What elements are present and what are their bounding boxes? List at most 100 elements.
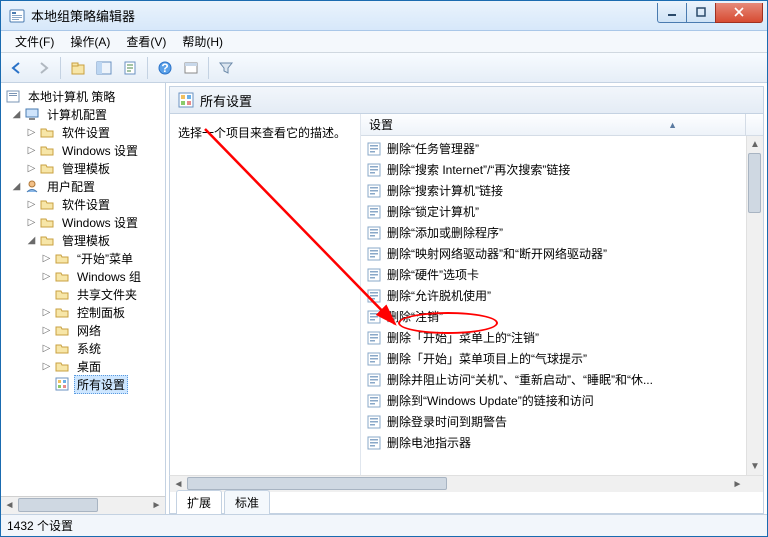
tab-standard[interactable]: 标准 [224, 490, 270, 514]
tree-user-config[interactable]: ◢ 用户配置 [5, 177, 165, 195]
tree-c-windows[interactable]: ▷ Windows 设置 [5, 141, 165, 159]
window: 本地组策略编辑器 文件(F) 操作(A) 查看(V) 帮助(H) ? [0, 0, 768, 537]
setting-label: 删除“映射网络驱动器”和“断开网络驱动器” [387, 245, 607, 262]
menu-action[interactable]: 操作(A) [62, 31, 118, 52]
tab-extended[interactable]: 扩展 [176, 490, 222, 514]
description-column: 选择一个项目来查看它的描述。 [170, 114, 360, 475]
expand-icon[interactable]: ▷ [26, 199, 37, 210]
tree-label: 控制面板 [74, 303, 128, 322]
setting-row[interactable]: 删除到“Windows Update”的链接和访问 [361, 390, 746, 411]
sort-asc-icon: ▲ [668, 120, 677, 130]
setting-row[interactable]: 删除“搜索 Internet”/“再次搜索”链接 [361, 159, 746, 180]
column-header-setting[interactable]: 设置 ▲ [361, 114, 746, 135]
tree-root[interactable]: 本地计算机 策略 [5, 87, 165, 105]
tree-windows-comp[interactable]: ▷ Windows 组 [5, 267, 165, 285]
show-hide-tree-button[interactable] [92, 56, 116, 80]
expand-icon[interactable]: ▷ [41, 343, 52, 354]
tree-label: “开始”菜单 [74, 249, 136, 268]
expand-icon[interactable]: ▷ [41, 271, 52, 282]
tree-u-software[interactable]: ▷ 软件设置 [5, 195, 165, 213]
help-button[interactable]: ? [153, 56, 177, 80]
scroll-right-icon[interactable]: ► [148, 497, 165, 514]
maximize-button[interactable] [686, 3, 716, 23]
setting-row[interactable]: 删除“允许脱机使用” [361, 285, 746, 306]
right-header-title: 所有设置 [200, 91, 252, 110]
scroll-thumb[interactable] [187, 477, 447, 490]
setting-row[interactable]: 删除登录时间到期警告 [361, 411, 746, 432]
setting-row[interactable]: 删除「开始」菜单项目上的“气球提示” [361, 348, 746, 369]
expand-icon[interactable]: ▷ [41, 253, 52, 264]
setting-icon [367, 184, 381, 198]
tabs: 扩展 标准 [169, 492, 764, 514]
scroll-right-icon[interactable]: ► [729, 476, 746, 492]
settings-list[interactable]: 删除“任务管理器” 删除“搜索 Internet”/“再次搜索”链接删除“搜索计算… [361, 136, 746, 475]
tree-shared[interactable]: 共享文件夹 [5, 285, 165, 303]
tree-all-settings[interactable]: 所有设置 [5, 375, 165, 393]
expand-icon[interactable]: ▷ [41, 325, 52, 336]
setting-row[interactable]: 删除“任务管理器” [361, 138, 746, 159]
expand-icon[interactable]: ▷ [41, 307, 52, 318]
folder-icon [39, 142, 55, 158]
expand-icon[interactable]: ▷ [26, 217, 37, 228]
setting-row[interactable]: 删除“搜索计算机”链接 [361, 180, 746, 201]
scroll-down-icon[interactable]: ▼ [747, 458, 763, 475]
setting-label: 删除“注销” [387, 308, 443, 325]
menu-help[interactable]: 帮助(H) [174, 31, 231, 52]
collapse-icon[interactable]: ◢ [11, 109, 22, 120]
tree-desktop[interactable]: ▷ 桌面 [5, 357, 165, 375]
collapse-icon[interactable]: ◢ [11, 181, 22, 192]
setting-row[interactable]: 删除“添加或删除程序” [361, 222, 746, 243]
tree-c-software[interactable]: ▷ 软件设置 [5, 123, 165, 141]
setting-row[interactable]: 删除电池指示器 [361, 432, 746, 453]
tree-c-admin[interactable]: ▷ 管理模板 [5, 159, 165, 177]
tree-start-menu[interactable]: ▷ “开始”菜单 [5, 249, 165, 267]
tree[interactable]: 本地计算机 策略 ◢ 计算机配置 ▷ 软件设置 ▷ Windows 设置 [1, 83, 165, 496]
tree-control-panel[interactable]: ▷ 控制面板 [5, 303, 165, 321]
expand-icon[interactable]: ▷ [26, 145, 37, 156]
menu-view[interactable]: 查看(V) [118, 31, 174, 52]
statusbar: 1432 个设置 [1, 514, 767, 536]
filter-button[interactable] [214, 56, 238, 80]
setting-row[interactable]: 删除并阻止访问“关机”、“重新启动”、“睡眠”和“休... [361, 369, 746, 390]
collapse-icon[interactable]: ◢ [26, 235, 37, 246]
setting-row[interactable]: 删除「开始」菜单上的“注销” [361, 327, 746, 348]
export-list-button[interactable] [118, 56, 142, 80]
folder-icon [39, 232, 55, 248]
setting-row[interactable]: 删除“锁定计算机” [361, 201, 746, 222]
toolbar-separator-2 [147, 57, 148, 79]
properties-button[interactable] [179, 56, 203, 80]
list-vscrollbar[interactable]: ▲ ▼ [746, 136, 763, 475]
setting-label: 删除“搜索 Internet”/“再次搜索”链接 [387, 161, 570, 178]
right-body: 选择一个项目来查看它的描述。 设置 ▲ 删除“任务管理器” 删除“搜索 Inter… [169, 114, 764, 475]
minimize-button[interactable] [657, 3, 687, 23]
tree-u-admin[interactable]: ◢ 管理模板 [5, 231, 165, 249]
svg-text:?: ? [161, 61, 168, 75]
tree-network[interactable]: ▷ 网络 [5, 321, 165, 339]
tree-u-windows[interactable]: ▷ Windows 设置 [5, 213, 165, 231]
tree-system[interactable]: ▷ 系统 [5, 339, 165, 357]
setting-icon [367, 436, 381, 450]
tree-computer-config[interactable]: ◢ 计算机配置 [5, 105, 165, 123]
expand-icon[interactable]: ▷ [26, 127, 37, 138]
menu-file[interactable]: 文件(F) [7, 31, 62, 52]
scroll-left-icon[interactable]: ◄ [1, 497, 18, 514]
setting-row[interactable]: 删除“映射网络驱动器”和“断开网络驱动器” [361, 243, 746, 264]
tree-label: 管理模板 [59, 231, 113, 250]
expand-icon[interactable]: ▷ [41, 361, 52, 372]
scroll-thumb[interactable] [18, 498, 98, 512]
up-button[interactable] [66, 56, 90, 80]
setting-row[interactable]: 删除“注销” [361, 306, 746, 327]
setting-row[interactable]: 删除“硬件”选项卡 [361, 264, 746, 285]
close-button[interactable] [715, 3, 763, 23]
back-button[interactable] [5, 56, 29, 80]
folder-icon [54, 304, 70, 320]
tree-label: 本地计算机 策略 [25, 87, 118, 106]
scroll-up-icon[interactable]: ▲ [747, 136, 763, 153]
workarea: 本地计算机 策略 ◢ 计算机配置 ▷ 软件设置 ▷ Windows 设置 [1, 83, 767, 514]
forward-button[interactable] [31, 56, 55, 80]
setting-icon [367, 373, 381, 387]
titlebar[interactable]: 本地组策略编辑器 [1, 1, 767, 31]
tree-hscrollbar[interactable]: ◄ ► [1, 496, 165, 514]
expand-icon[interactable]: ▷ [26, 163, 37, 174]
scroll-thumb[interactable] [748, 153, 761, 213]
